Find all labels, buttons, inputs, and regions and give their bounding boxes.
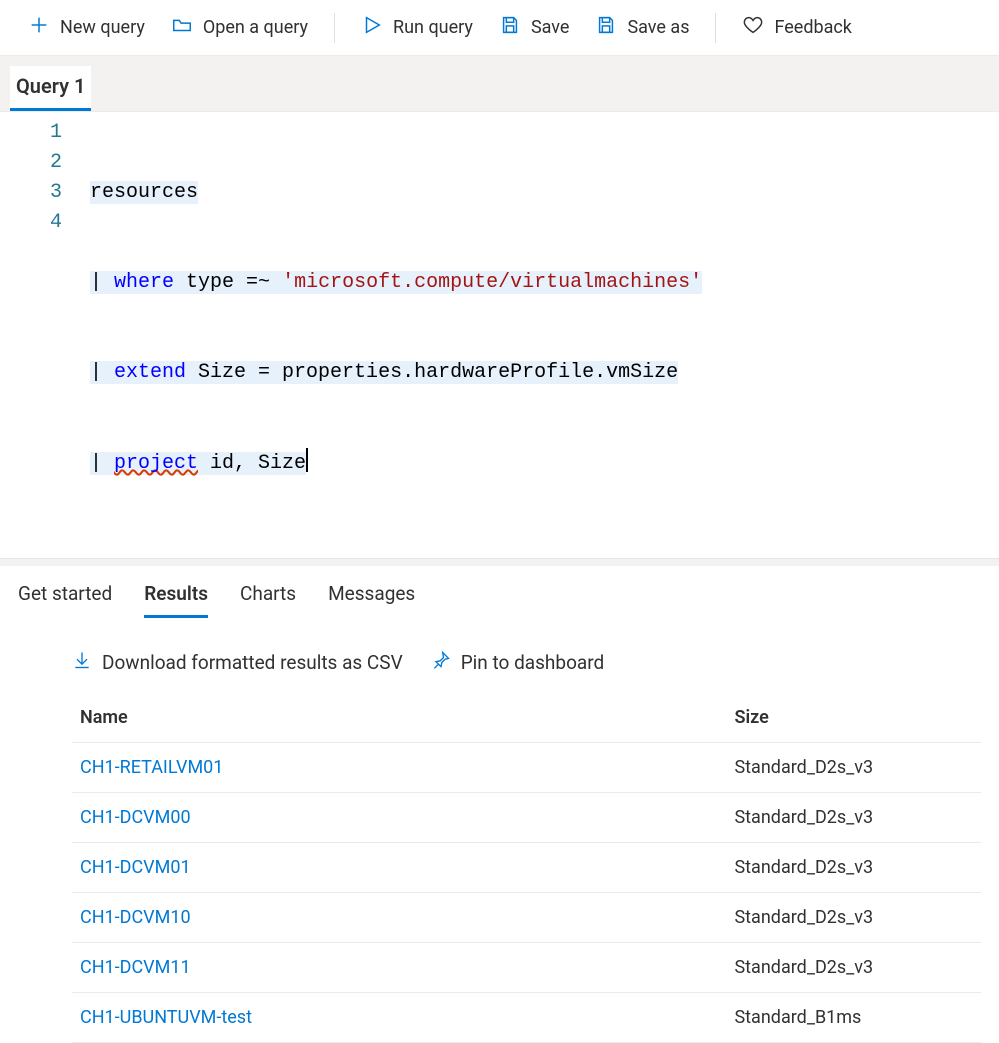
pin-icon xyxy=(431,650,451,675)
download-csv-button[interactable]: Download formatted results as CSV xyxy=(72,650,403,675)
toolbar-separator xyxy=(334,13,335,43)
results-tabs: Get started Results Charts Messages xyxy=(0,566,999,618)
open-query-button[interactable]: Open a query xyxy=(161,6,318,49)
table-row: CH1-DCVM10 Standard_D2s_v3 xyxy=(72,893,981,943)
resource-link[interactable]: CH1-DCVM00 xyxy=(80,807,191,828)
plus-icon xyxy=(28,14,50,41)
cell-name: CH1-RETAILVM01 xyxy=(72,743,726,793)
results-actions: Download formatted results as CSV Pin to… xyxy=(0,618,999,693)
line-number: 3 xyxy=(0,178,62,208)
resource-link[interactable]: CH1-RETAILVM01 xyxy=(80,757,223,778)
cell-size: Standard_D2s_v3 xyxy=(726,843,981,893)
table-row: CH1-UBUNTUVM-test Standard_B1ms xyxy=(72,993,981,1043)
code-token: | xyxy=(90,361,114,384)
folder-icon xyxy=(171,14,193,41)
code-editor[interactable]: 1 2 3 4 resources | where type =~ 'micro… xyxy=(0,112,999,558)
table-row: CH1-DCVM00 Standard_D2s_v3 xyxy=(72,793,981,843)
code-keyword: extend xyxy=(114,361,186,384)
play-icon xyxy=(361,14,383,41)
tab-results[interactable]: Results xyxy=(144,582,208,618)
download-csv-label: Download formatted results as CSV xyxy=(102,651,403,674)
query-tab-1[interactable]: Query 1 xyxy=(10,66,91,111)
cell-name: CH1-DCVM11 xyxy=(72,943,726,993)
save-as-icon xyxy=(595,14,617,41)
table-row: CH1-RETAILVM01 Standard_D2s_v3 xyxy=(72,743,981,793)
table-row: CH1-DCVM01 Standard_D2s_v3 xyxy=(72,843,981,893)
cell-size: Standard_D2s_v3 xyxy=(726,943,981,993)
results-table-wrap: Name Size CH1-RETAILVM01Standard_D2s_v3C… xyxy=(0,693,999,1043)
code-token: resources xyxy=(90,181,198,204)
line-number: 1 xyxy=(0,118,62,148)
open-query-label: Open a query xyxy=(203,17,308,38)
cell-size: Standard_D2s_v3 xyxy=(726,793,981,843)
column-header-name[interactable]: Name xyxy=(72,693,726,743)
resource-link[interactable]: CH1-DCVM10 xyxy=(80,907,191,928)
line-number: 2 xyxy=(0,148,62,178)
header-label: Size xyxy=(734,707,768,728)
tab-label: Messages xyxy=(328,582,415,605)
header-label: Name xyxy=(80,707,128,728)
code-token: Size = properties.hardwareProfile.vmSize xyxy=(186,361,678,384)
download-icon xyxy=(72,650,92,675)
pin-to-dashboard-button[interactable]: Pin to dashboard xyxy=(431,650,605,675)
cell-size: Standard_D2s_v3 xyxy=(726,743,981,793)
pin-label: Pin to dashboard xyxy=(461,651,605,674)
save-as-label: Save as xyxy=(627,17,689,38)
code-token: type =~ xyxy=(174,271,282,294)
table-row: CH1-DCVM11 Standard_D2s_v3 xyxy=(72,943,981,993)
resource-link[interactable]: CH1-DCVM01 xyxy=(80,857,191,878)
new-query-label: New query xyxy=(60,17,145,38)
splitter[interactable] xyxy=(0,558,999,566)
cell-name: CH1-DCVM00 xyxy=(72,793,726,843)
line-gutter: 1 2 3 4 xyxy=(0,118,90,538)
run-query-button[interactable]: Run query xyxy=(351,6,483,49)
results-table: Name Size CH1-RETAILVM01Standard_D2s_v3C… xyxy=(72,693,981,1043)
save-as-button[interactable]: Save as xyxy=(585,6,699,49)
cell-name: CH1-DCVM10 xyxy=(72,893,726,943)
column-header-size[interactable]: Size xyxy=(726,693,981,743)
heart-icon xyxy=(742,14,764,41)
toolbar: New query Open a query Run query Save Sa… xyxy=(0,0,999,56)
resource-link[interactable]: CH1-DCVM11 xyxy=(80,957,191,978)
text-caret xyxy=(306,448,308,472)
code-token: | xyxy=(90,452,114,475)
code-keyword: project xyxy=(114,452,198,475)
tab-get-started[interactable]: Get started xyxy=(18,582,112,618)
toolbar-separator xyxy=(715,13,716,43)
cell-size: Standard_B1ms xyxy=(726,993,981,1043)
save-icon xyxy=(499,14,521,41)
tab-label: Charts xyxy=(240,582,296,605)
code-token: id, Size xyxy=(198,452,306,475)
tab-label: Results xyxy=(144,582,208,605)
cell-size: Standard_D2s_v3 xyxy=(726,893,981,943)
query-tab-label: Query 1 xyxy=(16,74,85,98)
feedback-label: Feedback xyxy=(774,17,851,38)
cell-name: CH1-DCVM01 xyxy=(72,843,726,893)
resource-link[interactable]: CH1-UBUNTUVM-test xyxy=(80,1007,252,1028)
feedback-button[interactable]: Feedback xyxy=(732,6,861,49)
code-body[interactable]: resources | where type =~ 'microsoft.com… xyxy=(90,118,999,538)
table-header-row: Name Size xyxy=(72,693,981,743)
run-query-label: Run query xyxy=(393,17,473,38)
save-label: Save xyxy=(531,17,570,38)
code-keyword: where xyxy=(114,271,174,294)
tab-charts[interactable]: Charts xyxy=(240,582,296,618)
query-tabstrip: Query 1 xyxy=(0,56,999,112)
tab-label: Get started xyxy=(18,582,112,605)
new-query-button[interactable]: New query xyxy=(18,6,155,49)
code-string: 'microsoft.compute/virtualmachines' xyxy=(282,271,702,294)
tab-messages[interactable]: Messages xyxy=(328,582,415,618)
line-number: 4 xyxy=(0,208,62,238)
code-token: | xyxy=(90,271,114,294)
save-button[interactable]: Save xyxy=(489,6,580,49)
cell-name: CH1-UBUNTUVM-test xyxy=(72,993,726,1043)
